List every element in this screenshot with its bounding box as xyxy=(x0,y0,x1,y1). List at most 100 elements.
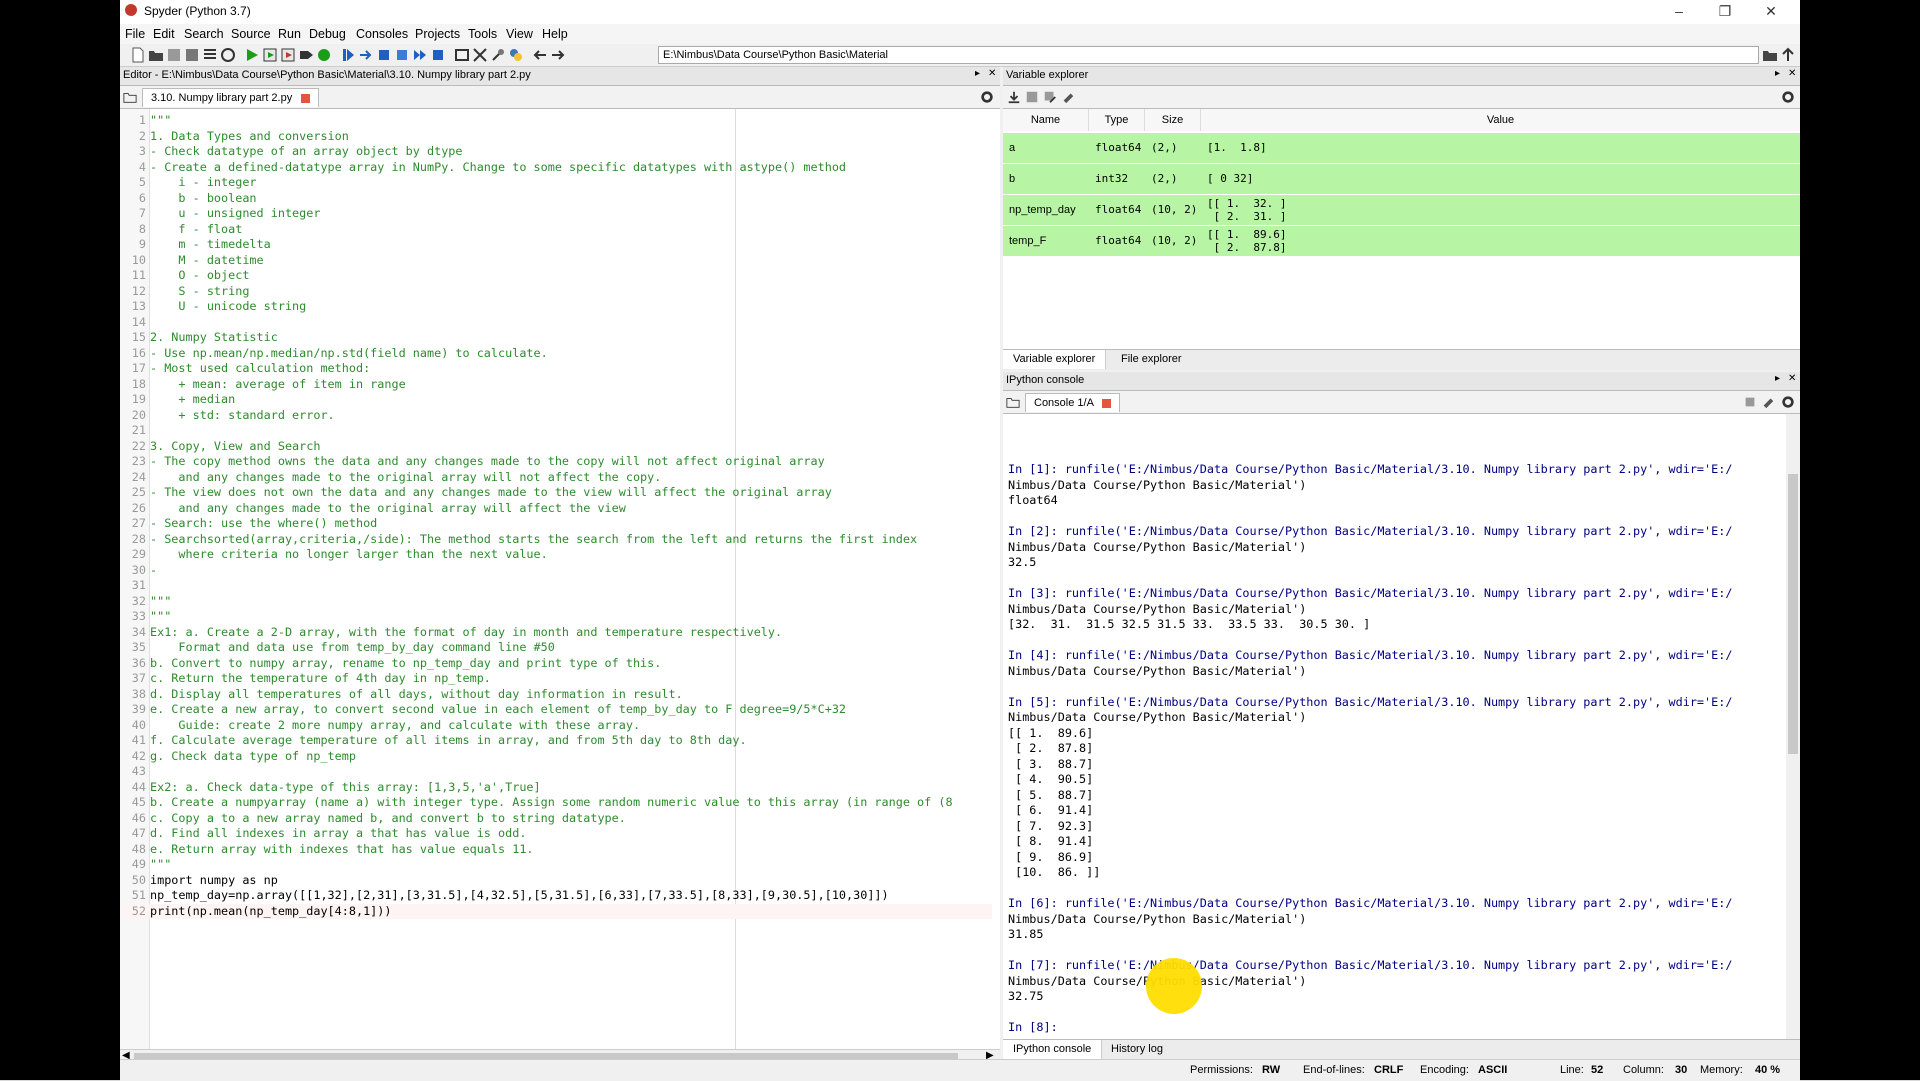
code-line[interactable]: 41 f. Calculate average temperature of al… xyxy=(122,733,992,749)
code-line[interactable]: 19 + median xyxy=(122,392,992,408)
browse-folder-icon[interactable] xyxy=(1762,47,1778,63)
column-header-value[interactable]: Value xyxy=(1201,109,1800,131)
undock-icon[interactable]: ▸ xyxy=(1775,68,1780,79)
column-header-name[interactable]: Name xyxy=(1003,109,1089,131)
code-line[interactable]: 5 i - integer xyxy=(122,175,992,191)
menu-edit[interactable]: Edit xyxy=(153,27,175,41)
code-line[interactable]: 36 b. Convert to numpy array, rename to n… xyxy=(122,656,992,672)
preferences-icon[interactable] xyxy=(490,47,506,63)
code-line[interactable]: 12 S - string xyxy=(122,284,992,300)
menu-source[interactable]: Source xyxy=(231,27,271,41)
open-folder-icon[interactable] xyxy=(148,47,164,63)
code-line[interactable]: 29 where criteria no longer larger than … xyxy=(122,547,992,563)
stop-kernel-icon[interactable] xyxy=(1743,395,1757,409)
code-line[interactable]: 11 O - object xyxy=(122,268,992,284)
close-pane-icon[interactable]: ✕ xyxy=(1788,68,1796,79)
code-line[interactable]: 8 f - float xyxy=(122,222,992,238)
code-line[interactable]: 40 Guide: create 2 more numpy array, and… xyxy=(122,718,992,734)
code-line[interactable]: 32 """ xyxy=(122,594,992,610)
variable-row[interactable]: np_temp_day float64 (10, 2) [[ 1. 32. ] [ 2… xyxy=(1003,195,1800,226)
gear-icon[interactable] xyxy=(1781,395,1795,409)
code-line[interactable]: 17 - Most used calculation method: xyxy=(122,361,992,377)
code-line[interactable]: 24 and any changes made to the original … xyxy=(122,470,992,486)
import-data-icon[interactable] xyxy=(1007,90,1021,104)
rerun-icon[interactable] xyxy=(316,47,332,63)
code-line[interactable]: 49 """ xyxy=(122,857,992,873)
menu-consoles[interactable]: Consoles xyxy=(356,27,408,41)
menu-view[interactable]: View xyxy=(506,27,533,41)
code-line[interactable]: 16 - Use np.mean/np.median/np.std(field n… xyxy=(122,346,992,362)
code-line[interactable]: 3 - Check datatype of an array object by … xyxy=(122,144,992,160)
code-line[interactable]: 10 M - datetime xyxy=(122,253,992,269)
code-line[interactable]: 31 xyxy=(122,578,992,594)
scrollbar-thumb[interactable] xyxy=(1788,474,1798,754)
python-path-icon[interactable] xyxy=(508,47,524,63)
code-line[interactable]: 44 Ex2: a. Check data-type of this array:… xyxy=(122,780,992,796)
parent-dir-icon[interactable] xyxy=(1780,47,1796,63)
code-line[interactable]: 7 u - unsigned integer xyxy=(122,206,992,222)
browse-tabs-icon[interactable] xyxy=(1006,395,1020,409)
debug-icon[interactable] xyxy=(340,47,356,63)
code-line[interactable]: 25 - The view does not own the data and a… xyxy=(122,485,992,501)
tab-console-1a[interactable]: Console 1/A xyxy=(1025,393,1121,412)
tab-ipython-console[interactable]: IPython console xyxy=(1003,1040,1103,1059)
menu-run[interactable]: Run xyxy=(278,27,301,41)
continue-icon[interactable] xyxy=(412,47,428,63)
browse-tabs-icon[interactable] xyxy=(123,90,137,104)
code-line[interactable]: 23 - The copy method owns the data and an… xyxy=(122,454,992,470)
code-line[interactable]: 51 np_temp_day=np.array([[1,32],[2,31],[3… xyxy=(122,888,992,904)
fullscreen-icon[interactable] xyxy=(472,47,488,63)
code-line[interactable]: 47 d. Find all indexes in array a that ha… xyxy=(122,826,992,842)
code-line[interactable]: 21 xyxy=(122,423,992,439)
undock-icon[interactable]: ▸ xyxy=(1775,373,1780,384)
back-arrow-icon[interactable] xyxy=(532,47,548,63)
code-line[interactable]: 48 e. Return array with indexes that has … xyxy=(122,842,992,858)
code-editor[interactable]: 1 """ 2 1. Data Types and conversion 3 - Chec… xyxy=(120,109,1000,1049)
code-line[interactable]: 52 print(np.mean(np_temp_day[4:8,1])) xyxy=(122,903,992,919)
code-line[interactable]: 4 - Create a defined-datatype array in Nu… xyxy=(122,160,992,176)
step-into-icon[interactable] xyxy=(376,47,392,63)
code-line[interactable]: 46 c. Copy a to a new array named b, and … xyxy=(122,811,992,827)
save-data-as-icon[interactable] xyxy=(1043,90,1057,104)
step-return-icon[interactable] xyxy=(394,47,410,63)
code-line[interactable]: 33 """ xyxy=(122,609,992,625)
code-line[interactable]: 42 g. Check data type of np_temp xyxy=(122,749,992,765)
menu-projects[interactable]: Projects xyxy=(415,27,460,41)
column-header-type[interactable]: Type xyxy=(1089,109,1145,131)
menu-debug[interactable]: Debug xyxy=(309,27,346,41)
code-line[interactable]: 22 3. Copy, View and Search xyxy=(122,439,992,455)
gear-icon[interactable] xyxy=(1781,90,1795,104)
at-icon[interactable] xyxy=(220,47,236,63)
run-selection-icon[interactable] xyxy=(298,47,314,63)
tab-numpy-library-part-2[interactable]: 3.10. Numpy library part 2.py xyxy=(142,88,320,107)
working-directory-input[interactable]: E:\Nimbus\Data Course\Python Basic\Mater… xyxy=(658,46,1759,64)
code-line[interactable]: 15 2. Numpy Statistic xyxy=(122,330,992,346)
restore-icon[interactable]: ❐ xyxy=(1702,0,1748,24)
code-line[interactable]: 50 import numpy as np xyxy=(122,873,992,889)
eraser-icon[interactable] xyxy=(1761,395,1775,409)
code-line[interactable]: 35 Format and data use from temp_by_day … xyxy=(122,640,992,656)
code-line[interactable]: 2 1. Data Types and conversion xyxy=(122,129,992,145)
stop-debug-icon[interactable] xyxy=(430,47,446,63)
variable-row[interactable]: b int32 (2,) [ 0 32] xyxy=(1003,164,1800,195)
close-tab-icon[interactable] xyxy=(1102,398,1112,408)
menu-search[interactable]: Search xyxy=(184,27,224,41)
close-icon[interactable]: ✕ xyxy=(1748,0,1794,24)
code-line[interactable]: 37 c. Return the temperature of 4th day i… xyxy=(122,671,992,687)
eraser-icon[interactable] xyxy=(1061,90,1075,104)
close-pane-icon[interactable]: ✕ xyxy=(1788,373,1796,384)
code-line[interactable]: 6 b - boolean xyxy=(122,191,992,207)
new-file-icon[interactable] xyxy=(130,47,146,63)
close-tab-icon[interactable] xyxy=(301,93,311,103)
code-line[interactable]: 26 and any changes made to the original … xyxy=(122,501,992,517)
code-line[interactable]: 18 + mean: average of item in range xyxy=(122,377,992,393)
menu-tools[interactable]: Tools xyxy=(468,27,497,41)
close-pane-icon[interactable]: ✕ xyxy=(988,68,996,79)
forward-arrow-icon[interactable] xyxy=(550,47,566,63)
run-icon[interactable] xyxy=(244,47,260,63)
console-vertical-scrollbar[interactable] xyxy=(1786,414,1800,1039)
code-line[interactable]: 38 d. Display all temperatures of all day… xyxy=(122,687,992,703)
variable-row[interactable]: temp_F float64 (10, 2) [[ 1. 89.6] [ 2. 87.… xyxy=(1003,226,1800,257)
code-line[interactable]: 34 Ex1: a. Create a 2-D array, with the f… xyxy=(122,625,992,641)
code-line[interactable]: 14 xyxy=(122,315,992,331)
